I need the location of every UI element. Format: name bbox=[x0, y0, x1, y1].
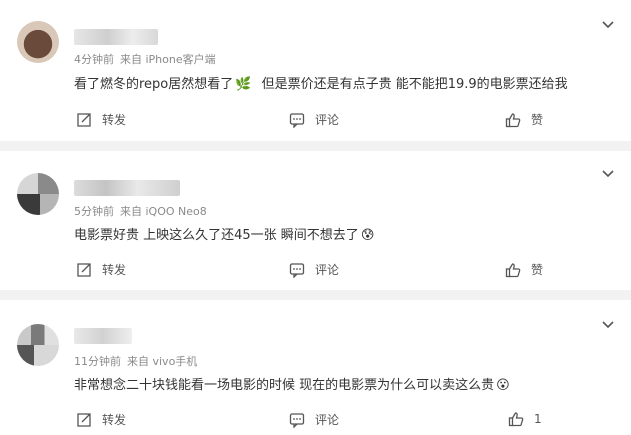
comment-time: 4分钟前 bbox=[74, 53, 114, 66]
comment-button[interactable]: 评论 bbox=[289, 111, 339, 128]
like-button[interactable]: 赞 bbox=[505, 111, 543, 128]
comment-icon bbox=[289, 112, 305, 128]
like-label: 赞 bbox=[531, 263, 544, 277]
comment-source: 来自 iPhone客户端 bbox=[120, 53, 216, 66]
comment-icon bbox=[289, 412, 305, 428]
repost-label: 转发 bbox=[102, 413, 127, 427]
username-redacted[interactable] bbox=[74, 328, 132, 344]
comment-button[interactable]: 评论 bbox=[289, 261, 339, 278]
username-redacted[interactable] bbox=[74, 180, 180, 196]
comment-text: 看了燃冬的repo居然想看了 🌿 但是票价还是有点子贵 能不能把19.9的电影票还… bbox=[74, 77, 568, 92]
repost-label: 转发 bbox=[102, 263, 127, 277]
like-button[interactable]: 1 bbox=[508, 411, 542, 427]
separator bbox=[0, 290, 631, 300]
comment-button[interactable]: 评论 bbox=[289, 411, 339, 428]
separator bbox=[0, 141, 631, 151]
avatar[interactable] bbox=[17, 173, 59, 215]
like-label: 赞 bbox=[531, 113, 544, 127]
comment-icon bbox=[289, 262, 305, 278]
comment-time: 5分钟前 bbox=[74, 205, 114, 218]
comment-card: 4分钟前 来自 iPhone客户端 看了燃冬的repo居然想看了 🌿 但是票价还是有… bbox=[0, 0, 631, 141]
repost-button[interactable]: 转发 bbox=[76, 411, 126, 428]
comment-meta: 11分钟前 来自 vivo手机 bbox=[74, 353, 197, 369]
repost-icon bbox=[76, 412, 92, 428]
comment-label: 评论 bbox=[315, 113, 340, 127]
repost-button[interactable]: 转发 bbox=[76, 261, 126, 278]
like-count: 1 bbox=[534, 412, 542, 426]
comment-label: 评论 bbox=[315, 263, 340, 277]
thumb-up-icon bbox=[505, 262, 521, 278]
anxious-emoji: 😰 bbox=[360, 228, 375, 243]
comment-meta: 4分钟前 来自 iPhone客户端 bbox=[74, 51, 216, 67]
chevron-down-icon[interactable] bbox=[600, 165, 616, 181]
thumb-up-icon bbox=[505, 112, 521, 128]
repost-label: 转发 bbox=[102, 113, 127, 127]
comment-card: 11分钟前 来自 vivo手机 非常想念二十块钱能看一场电影的时候 现在的电影票为… bbox=[0, 300, 631, 435]
avatar[interactable] bbox=[17, 324, 59, 366]
chevron-down-icon[interactable] bbox=[600, 316, 616, 332]
username-redacted[interactable] bbox=[74, 29, 158, 45]
avatar[interactable] bbox=[17, 21, 59, 63]
thumb-up-icon bbox=[508, 411, 524, 427]
comment-label: 评论 bbox=[315, 413, 340, 427]
repost-button[interactable]: 转发 bbox=[76, 111, 126, 128]
comment-source: 来自 iQOO Neo8 bbox=[120, 205, 207, 218]
repost-icon bbox=[76, 262, 92, 278]
comment-time: 11分钟前 bbox=[74, 355, 121, 368]
chevron-down-icon[interactable] bbox=[600, 16, 616, 32]
comment-card: 5分钟前 来自 iQOO Neo8 电影票好贵 上映这么久了还45一张 瞬间不想去… bbox=[0, 151, 631, 290]
surprised-emoji: 😮 bbox=[496, 378, 510, 393]
comment-source: 来自 vivo手机 bbox=[127, 355, 198, 368]
comment-text: 电影票好贵 上映这么久了还45一张 瞬间不想去了 😰 bbox=[74, 228, 375, 243]
comment-text: 非常想念二十块钱能看一场电影的时候 现在的电影票为什么可以卖这么贵 😮 bbox=[74, 378, 510, 393]
repost-icon bbox=[76, 112, 92, 128]
leaf-emoji: 🌿 bbox=[235, 77, 252, 92]
like-button[interactable]: 赞 bbox=[505, 261, 543, 278]
comment-meta: 5分钟前 来自 iQOO Neo8 bbox=[74, 203, 207, 219]
